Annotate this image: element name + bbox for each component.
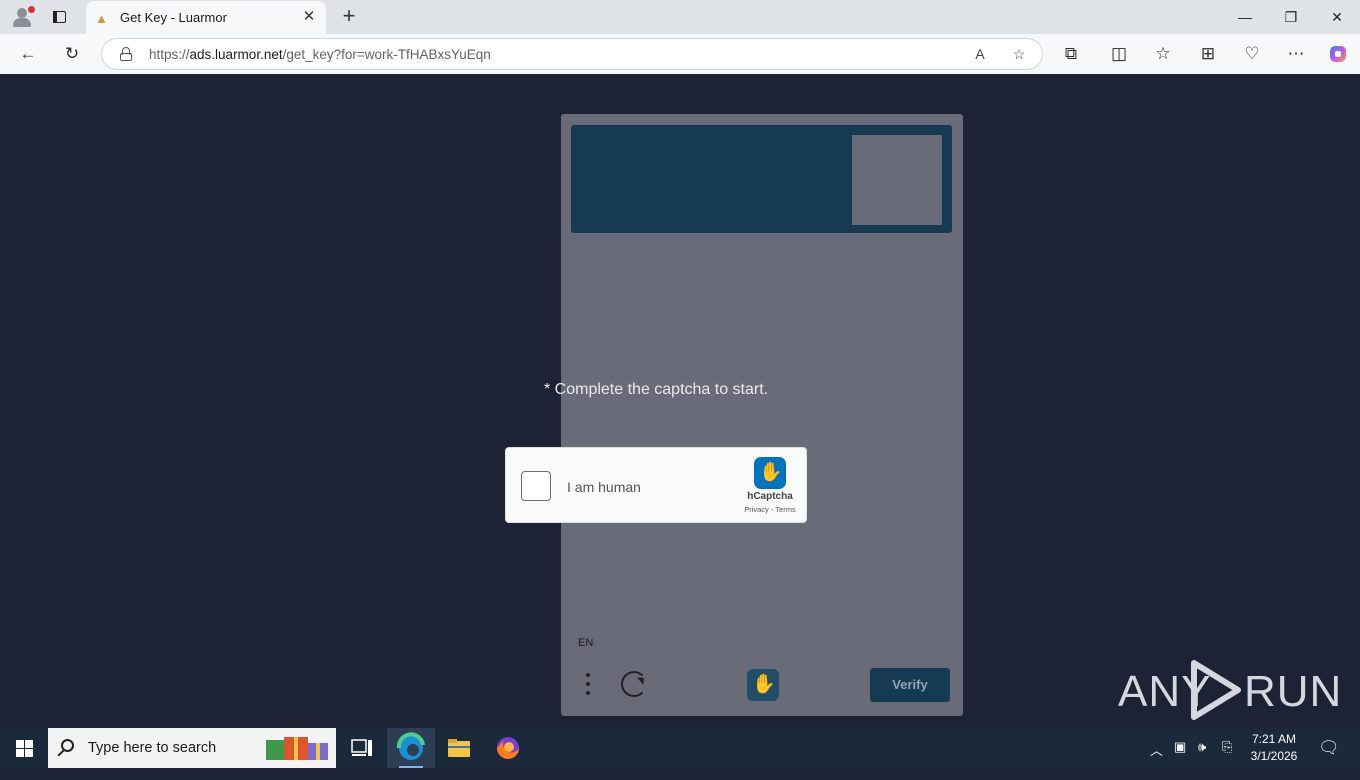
tab-actions-icon[interactable] — [48, 6, 70, 28]
close-window-button[interactable]: ✕ — [1314, 0, 1360, 34]
notification-dot — [28, 6, 35, 13]
watermark-run-text: RUN — [1244, 667, 1343, 716]
favorites-icon[interactable]: ☆ — [1148, 40, 1178, 68]
site-favicon-icon: ▲ — [95, 11, 108, 26]
file-explorer-icon[interactable] — [435, 728, 483, 768]
url-text[interactable]: https://ads.luarmor.net/get_key?for=work… — [149, 47, 491, 62]
minimize-button[interactable]: — — [1222, 0, 1268, 34]
extensions-icon[interactable]: ⧉ — [1056, 40, 1086, 68]
favorite-star-icon[interactable]: ☆ — [1007, 43, 1031, 65]
hcaptcha-logo-icon — [747, 669, 779, 701]
browser-titlebar: ▲ Get Key - Luarmor ✕ + — ❐ ✕ — [0, 0, 1360, 34]
browser-tab-active[interactable]: ▲ Get Key - Luarmor ✕ — [86, 1, 326, 34]
search-icon — [61, 739, 74, 752]
tab-title: Get Key - Luarmor — [120, 10, 227, 25]
challenge-example-image — [852, 135, 942, 225]
clock-time: 7:21 AM — [1251, 732, 1297, 746]
copilot-icon[interactable] — [1323, 40, 1353, 68]
checkbox-label: I am human — [567, 479, 641, 495]
volume-icon[interactable]: 🕪 — [1198, 739, 1206, 779]
hcaptcha-brand-name: hCaptcha — [747, 491, 793, 502]
challenge-prompt-header — [571, 125, 952, 233]
hcaptcha-challenge-panel: EN Verify — [561, 114, 963, 716]
search-placeholder: Type here to search — [88, 740, 217, 756]
network-icon[interactable]: ⎘ — [1222, 739, 1232, 779]
play-triangle-icon — [1191, 660, 1241, 720]
meet-now-icon[interactable]: ▣ — [1174, 739, 1186, 779]
gift-highlight-icon[interactable] — [264, 734, 330, 762]
browser-toolbar: ← ↻ https://ads.luarmor.net/get_key?for=… — [0, 34, 1360, 74]
lock-icon[interactable] — [120, 47, 132, 61]
address-bar[interactable]: https://ads.luarmor.net/get_key?for=work… — [101, 38, 1043, 70]
edge-browser-icon[interactable] — [387, 728, 435, 768]
new-tab-button[interactable]: + — [336, 4, 362, 30]
back-arrow-icon[interactable]: ← — [13, 40, 43, 68]
browser-essentials-icon[interactable]: ♡ — [1237, 40, 1267, 68]
privacy-terms-links[interactable]: Privacy - Terms — [738, 505, 802, 514]
page-content: EN Verify * Complete the captcha to star… — [4, 74, 1356, 724]
split-screen-icon[interactable]: ◫ — [1104, 40, 1134, 68]
hcaptcha-brand-icon[interactable] — [754, 457, 786, 489]
refresh-icon[interactable]: ↻ — [57, 40, 87, 68]
language-selector[interactable]: EN — [578, 637, 593, 649]
collections-icon[interactable]: ⊞ — [1193, 40, 1223, 68]
restore-button[interactable]: ❐ — [1268, 0, 1314, 34]
captcha-instruction: * Complete the captcha to start. — [544, 381, 769, 398]
profile-icon[interactable] — [8, 5, 36, 29]
read-aloud-icon[interactable]: A — [968, 43, 992, 65]
firefox-icon[interactable] — [484, 728, 532, 768]
notifications-icon[interactable]: 🗨 — [1318, 738, 1340, 778]
taskbar-search-box[interactable]: Type here to search — [48, 728, 336, 768]
i-am-human-checkbox[interactable] — [521, 471, 551, 501]
windows-taskbar: Type here to search ︿ ▣ 🕪 ⎘ 7:21 AM 3/1/… — [0, 728, 1360, 768]
anyrun-watermark: ANY RUN — [1118, 657, 1341, 721]
close-tab-icon[interactable]: ✕ — [300, 8, 318, 26]
menu-dots-icon[interactable] — [581, 671, 595, 699]
settings-more-icon[interactable]: ⋯ — [1281, 40, 1311, 68]
windows-start-button[interactable] — [0, 728, 48, 768]
show-hidden-icons-chevron-icon[interactable]: ︿ — [1150, 740, 1163, 780]
system-clock[interactable]: 7:21 AM 3/1/2026 — [1238, 731, 1310, 765]
verify-button[interactable]: Verify — [870, 668, 950, 702]
hcaptcha-widget: I am human hCaptcha Privacy - Terms — [505, 447, 807, 523]
task-view-icon[interactable] — [338, 728, 386, 768]
clock-date: 3/1/2026 — [1250, 749, 1298, 763]
refresh-challenge-icon[interactable] — [621, 671, 647, 697]
